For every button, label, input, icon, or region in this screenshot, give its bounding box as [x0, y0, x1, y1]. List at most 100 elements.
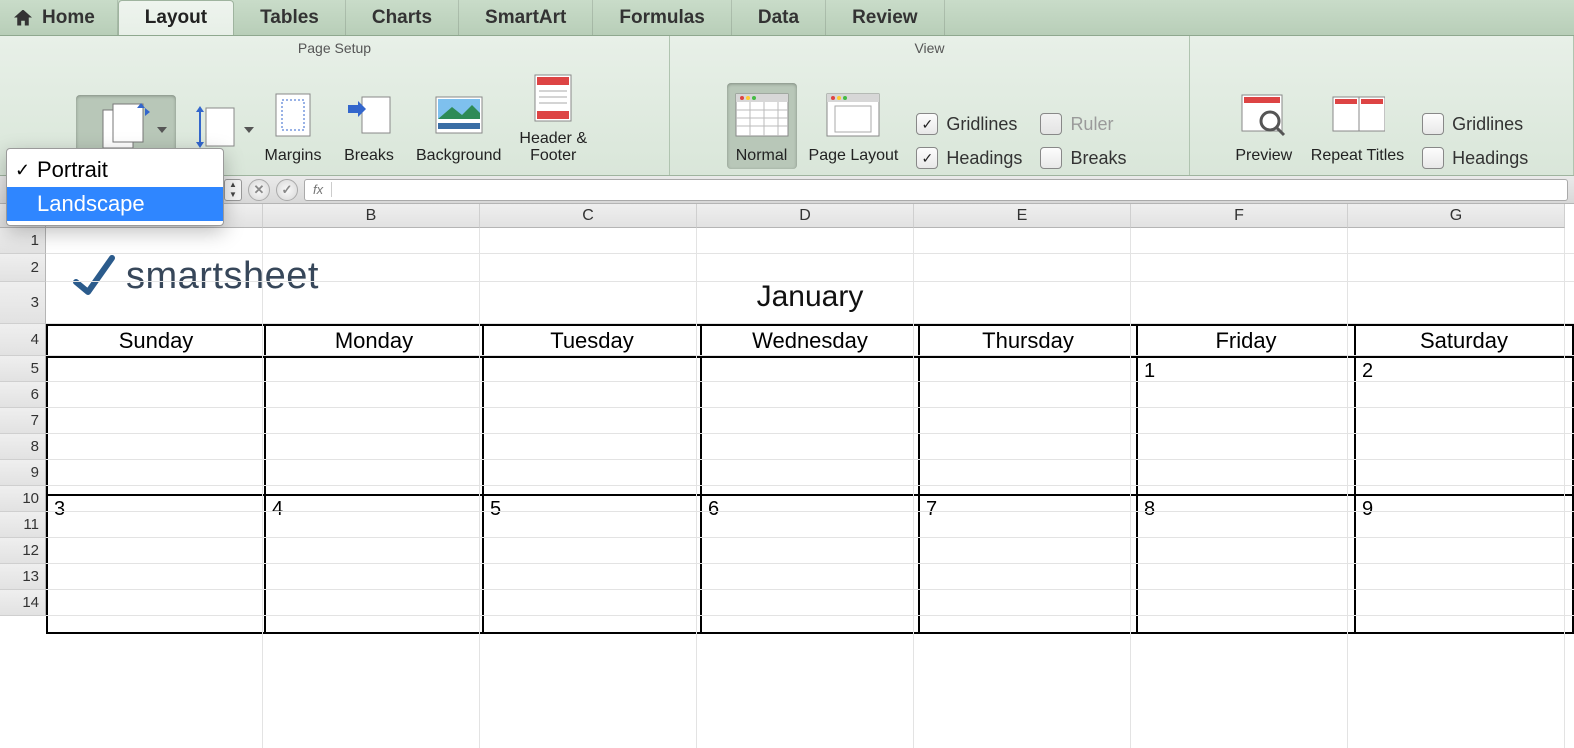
tab-home[interactable]: Home [0, 0, 118, 35]
row-header[interactable]: 13 [0, 564, 46, 590]
preview-button[interactable]: Preview [1229, 83, 1299, 169]
calendar-cell[interactable] [701, 357, 919, 495]
day-header-row: SundayMondayTuesdayWednesdayThursdayFrid… [47, 325, 1573, 357]
day-header: Wednesday [701, 325, 919, 357]
orientation-icon [98, 99, 154, 155]
print-checks: Gridlines Headings [1416, 113, 1534, 169]
check-ruler[interactable]: Ruler [1040, 113, 1126, 135]
ribbon-body: Page Setup Margins [0, 36, 1574, 176]
tab-review[interactable]: Review [826, 0, 944, 35]
calendar-cell[interactable]: 7 [919, 495, 1137, 633]
calendar-cell[interactable]: 1 [1137, 357, 1355, 495]
accept-formula-button[interactable]: ✓ [276, 179, 298, 201]
row-headers: 1234567891011121314 [0, 204, 46, 748]
repeat-titles-icon [1329, 87, 1385, 143]
calendar-cell[interactable]: 9 [1355, 495, 1573, 633]
tab-tables[interactable]: Tables [234, 0, 346, 35]
calendar-cell[interactable]: 4 [265, 495, 483, 633]
tab-smartart[interactable]: SmartArt [459, 0, 593, 35]
formula-input[interactable]: fx [304, 179, 1568, 201]
page-layout-icon [825, 87, 881, 143]
day-header: Thursday [919, 325, 1137, 357]
row-header[interactable]: 8 [0, 434, 46, 460]
view-checks-col1: ✓Gridlines ✓Headings [910, 113, 1028, 169]
margins-icon [265, 87, 321, 143]
col-header[interactable]: E [914, 204, 1131, 228]
check-print-headings[interactable]: Headings [1422, 147, 1528, 169]
col-header[interactable]: B [263, 204, 480, 228]
tab-charts[interactable]: Charts [346, 0, 459, 35]
tab-formulas[interactable]: Formulas [593, 0, 732, 35]
row-header[interactable]: 2 [0, 254, 46, 282]
namebox-stepper[interactable]: ▲▼ [224, 179, 242, 201]
breaks-icon [341, 87, 397, 143]
calendar-cell[interactable] [483, 357, 701, 495]
calendar-cell[interactable]: 2 [1355, 357, 1573, 495]
calendar-cell[interactable] [919, 357, 1137, 495]
row-header[interactable]: 1 [0, 228, 46, 254]
group-title: Page Setup [298, 36, 371, 58]
calendar-cell[interactable]: 6 [701, 495, 919, 633]
background-button[interactable]: Background [410, 83, 507, 169]
check-gridlines[interactable]: ✓Gridlines [916, 113, 1022, 135]
calendar: smartsheet January SundayMondayTuesdayWe… [46, 228, 1574, 634]
orientation-landscape[interactable]: Landscape [7, 187, 223, 221]
chevron-down-icon [157, 127, 167, 133]
header-footer-icon [525, 70, 581, 126]
calendar-cell[interactable]: 3 [47, 495, 265, 633]
calendar-cell[interactable]: 5 [483, 495, 701, 633]
header-footer-button[interactable]: Header &Footer [513, 66, 593, 169]
group-view: View Normal Page Layout ✓Gridlines ✓Head… [670, 36, 1190, 175]
check-headings[interactable]: ✓Headings [916, 147, 1022, 169]
page-layout-button[interactable]: Page Layout [803, 83, 905, 169]
tab-layout[interactable]: Layout [118, 0, 234, 35]
row-header[interactable]: 4 [0, 324, 46, 356]
formula-bar: ▲▼ ✕ ✓ fx [0, 176, 1574, 204]
cells-area[interactable]: smartsheet January SundayMondayTuesdayWe… [46, 228, 1574, 748]
check-breaks[interactable]: Breaks [1040, 147, 1126, 169]
fx-label: fx [305, 182, 332, 197]
tab-data[interactable]: Data [732, 0, 826, 35]
grid-main: ABCDEFG smartsheet January SundayMondayT… [46, 204, 1574, 748]
col-header[interactable]: F [1131, 204, 1348, 228]
calendar-cell[interactable]: 8 [1137, 495, 1355, 633]
row-header[interactable]: 11 [0, 512, 46, 538]
home-icon [14, 10, 32, 26]
row-header[interactable]: 9 [0, 460, 46, 486]
ribbon-tabs: Home Layout Tables Charts SmartArt Formu… [0, 0, 1574, 36]
row-header[interactable]: 3 [0, 282, 46, 324]
view-checks-col2: Ruler Breaks [1034, 113, 1132, 169]
col-header[interactable]: G [1348, 204, 1565, 228]
spreadsheet: 1234567891011121314 ABCDEFG smartsheet J… [0, 204, 1574, 748]
orientation-menu: ✓ Portrait Landscape [6, 148, 224, 226]
row-header[interactable]: 12 [0, 538, 46, 564]
cancel-formula-button[interactable]: ✕ [248, 179, 270, 201]
header-footer-label: Header &Footer [519, 130, 587, 165]
row-header[interactable]: 5 [0, 356, 46, 382]
chevron-down-icon [244, 127, 254, 133]
day-header: Friday [1137, 325, 1355, 357]
calendar-table: SundayMondayTuesdayWednesdayThursdayFrid… [46, 324, 1574, 634]
repeat-titles-button[interactable]: Repeat Titles [1305, 83, 1410, 169]
orientation-portrait[interactable]: ✓ Portrait [7, 153, 223, 187]
row-header[interactable]: 10 [0, 486, 46, 512]
row-header[interactable]: 14 [0, 590, 46, 616]
normal-view-icon [734, 87, 790, 143]
tab-label: Home [42, 7, 95, 29]
row-header[interactable]: 6 [0, 382, 46, 408]
col-header[interactable]: D [697, 204, 914, 228]
size-icon [189, 99, 245, 155]
day-header: Tuesday [483, 325, 701, 357]
calendar-cell[interactable] [265, 357, 483, 495]
normal-view-button[interactable]: Normal [727, 83, 797, 169]
month-title: January [46, 280, 1574, 314]
day-header: Saturday [1355, 325, 1573, 357]
col-header[interactable]: C [480, 204, 697, 228]
row-header[interactable]: 7 [0, 408, 46, 434]
group-print: Preview Repeat Titles Gridlines Headings [1190, 36, 1574, 175]
margins-button[interactable]: Margins [258, 83, 328, 169]
calendar-cell[interactable] [47, 357, 265, 495]
check-print-gridlines[interactable]: Gridlines [1422, 113, 1528, 135]
calendar-week: 3456789 [47, 495, 1573, 633]
breaks-button[interactable]: Breaks [334, 83, 404, 169]
